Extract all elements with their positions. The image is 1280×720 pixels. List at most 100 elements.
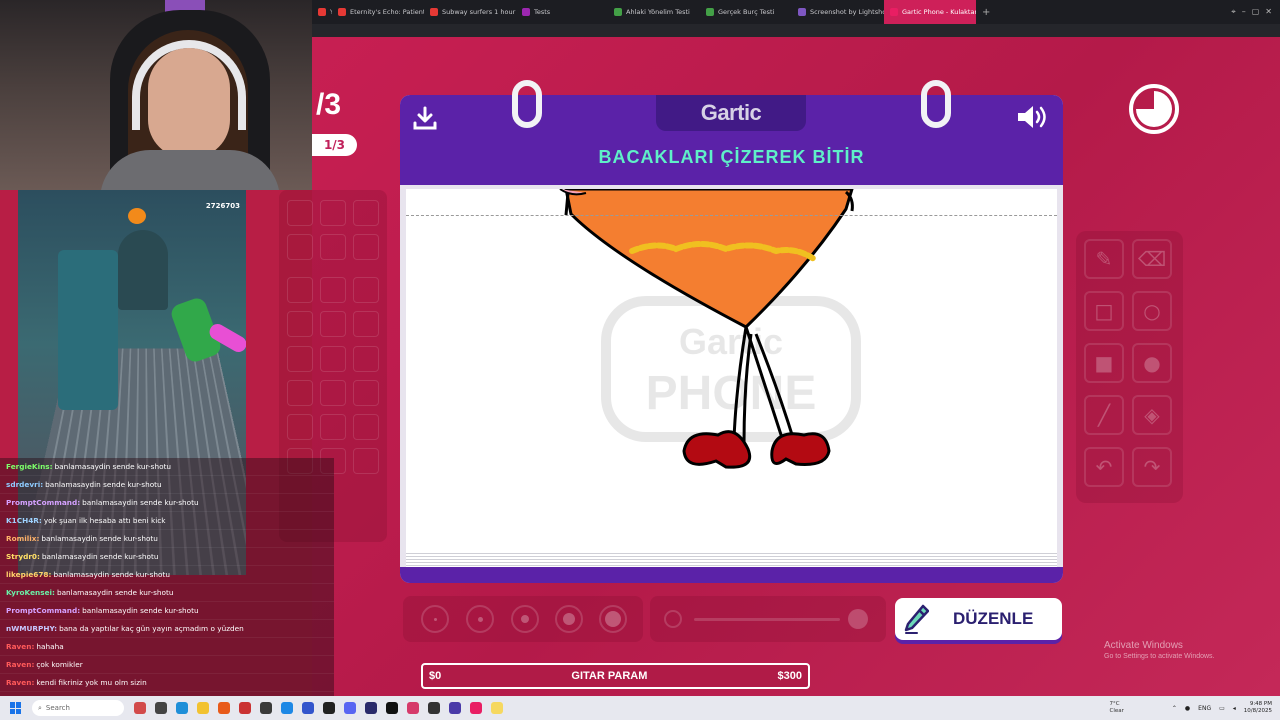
chat-username[interactable]: FergieKins:: [6, 462, 53, 471]
app-icon[interactable]: [407, 702, 419, 714]
brush-size-4[interactable]: [555, 605, 583, 633]
pen-icon: [904, 604, 929, 634]
app-icon[interactable]: [155, 702, 167, 714]
app-icon[interactable]: [218, 702, 230, 714]
tool-line[interactable]: ╱: [1084, 395, 1124, 435]
chat-username[interactable]: sdrdevri:: [6, 480, 43, 489]
app-icon[interactable]: [134, 702, 146, 714]
microphone-icon[interactable]: ●: [1185, 705, 1190, 712]
player-slot: [287, 277, 313, 303]
chat-text: banlamasaydin sende kur-shotu: [82, 498, 199, 507]
new-tab-button[interactable]: +: [976, 7, 996, 18]
tool-eraser[interactable]: ⌫: [1132, 239, 1172, 279]
subway-score: 2726703: [205, 202, 240, 210]
volume-icon[interactable]: [1016, 103, 1050, 131]
tool-pencil[interactable]: ✎: [1084, 239, 1124, 279]
pin-icon[interactable]: ⌖: [1231, 7, 1236, 17]
app-icon[interactable]: [239, 702, 251, 714]
browser-tab[interactable]: Subway surfers 1 hour Gi: [424, 0, 516, 24]
tool-rectangle-outline[interactable]: □: [1084, 291, 1124, 331]
download-icon[interactable]: [412, 105, 438, 131]
app-icon[interactable]: [323, 702, 335, 714]
tool-ellipse-outline[interactable]: ○: [1132, 291, 1172, 331]
tool-redo[interactable]: ↷: [1132, 447, 1172, 487]
chevron-up-icon[interactable]: ⌃: [1172, 705, 1177, 712]
player-slot: [287, 311, 313, 337]
chat-username[interactable]: K1CH4R:: [6, 516, 42, 525]
opacity-handle[interactable]: [848, 609, 868, 629]
app-icon[interactable]: [491, 702, 503, 714]
browser-tab[interactable]: Tests: [516, 0, 608, 24]
browser-tab[interactable]: Ahlaki Yönelim Testi: [608, 0, 700, 24]
clock[interactable]: 9:48 PM 10/8/2025: [1244, 701, 1272, 715]
chat-username[interactable]: KyroKensei:: [6, 588, 55, 597]
drawing-canvas[interactable]: Gartic PHONE: [406, 189, 1057, 551]
edit-button[interactable]: DÜZENLE: [895, 598, 1062, 640]
weather-widget[interactable]: 7°C Clear: [1110, 701, 1124, 715]
maximize-icon[interactable]: ▢: [1252, 7, 1260, 17]
player-slot: [353, 200, 379, 226]
player-slot: [320, 234, 346, 260]
tool-bucket[interactable]: ◈: [1132, 395, 1172, 435]
watermark-logo: Gartic PHONE: [601, 296, 861, 442]
app-icon[interactable]: [428, 702, 440, 714]
tool-rectangle-filled[interactable]: ■: [1084, 343, 1124, 383]
close-icon[interactable]: ✕: [1265, 7, 1272, 17]
speaker-icon[interactable]: ◂: [1233, 705, 1236, 712]
app-icon[interactable]: [197, 702, 209, 714]
chat-text: banlamasaydin sende kur-shotu: [41, 552, 159, 561]
opacity-slider[interactable]: [650, 596, 886, 642]
opacity-track[interactable]: [694, 618, 840, 621]
brush-size-5[interactable]: [599, 605, 627, 633]
chat-username[interactable]: PromptCommand:: [6, 606, 80, 615]
chat-username[interactable]: Strydr0:: [6, 552, 40, 561]
player-slot: [320, 200, 346, 226]
brush-size-3[interactable]: [511, 605, 539, 633]
pumpkin: [128, 208, 146, 224]
app-icon[interactable]: [470, 702, 482, 714]
minimize-icon[interactable]: –: [1242, 7, 1246, 17]
tab-favicon-icon: [522, 8, 530, 16]
app-icon[interactable]: [302, 702, 314, 714]
language-indicator[interactable]: ENG: [1198, 705, 1211, 712]
app-icon[interactable]: [344, 702, 356, 714]
chat-message: KyroKensei: banlamasaydin sende kur-shotu: [0, 584, 334, 602]
brush-size-2[interactable]: [466, 605, 494, 633]
app-icon[interactable]: [386, 702, 398, 714]
redo-icon: ↷: [1143, 455, 1161, 479]
chat-username[interactable]: Raven:: [6, 660, 34, 669]
app-icon[interactable]: [449, 702, 461, 714]
chat-username[interactable]: likepie678:: [6, 570, 51, 579]
chat-username[interactable]: Romilix:: [6, 534, 39, 543]
app-icon[interactable]: [176, 702, 188, 714]
tool-undo[interactable]: ↶: [1084, 447, 1124, 487]
browser-tab[interactable]: Gartic Phone - Kulaktan K: [884, 0, 976, 24]
app-icon[interactable]: [260, 702, 272, 714]
browser-tab[interactable]: Eternity's Echo: Patient 2: [332, 0, 424, 24]
start-icon[interactable]: [10, 702, 22, 714]
chat-message: PromptCommand: banlamasaydin sende kur-sh…: [0, 602, 334, 620]
tool-ellipse-filled[interactable]: ●: [1132, 343, 1172, 383]
chat-username[interactable]: Raven:: [6, 678, 34, 687]
chat-username[interactable]: PromptCommand:: [6, 498, 80, 507]
left-shoe: [682, 430, 752, 469]
gartic-logo: Gartic: [656, 95, 806, 131]
chat-username[interactable]: nWMURPHY:: [6, 624, 57, 633]
browser-tab[interactable]: Gerçek Burç Testi: [700, 0, 792, 24]
browser-tab[interactable]: Screenshot by Lightshot: [792, 0, 884, 24]
chat-message: K1CH4R: yok şuan ilk hesaba attı beni kic…: [0, 512, 334, 530]
network-icon[interactable]: ▭: [1219, 705, 1225, 712]
chat-message: Romilix: banlamasaydin sende kur-shotu: [0, 530, 334, 548]
round-counter: /3: [316, 88, 342, 121]
chat-overlay: FergieKins: banlamasaydin sende kur-shotu…: [0, 458, 334, 710]
right-shoe: [770, 432, 831, 466]
app-icon[interactable]: [281, 702, 293, 714]
taskbar-search[interactable]: ⌕ Search: [32, 700, 124, 716]
chat-message: Strydr0: banlamasaydin sende kur-shotu: [0, 548, 334, 566]
chat-username[interactable]: Raven:: [6, 642, 34, 651]
browser-tab[interactable]: Y: [312, 0, 332, 24]
brush-size-1[interactable]: [421, 605, 449, 633]
app-icon[interactable]: [365, 702, 377, 714]
bucket-icon: ◈: [1144, 403, 1160, 427]
chat-text: çok komikler: [36, 660, 83, 669]
